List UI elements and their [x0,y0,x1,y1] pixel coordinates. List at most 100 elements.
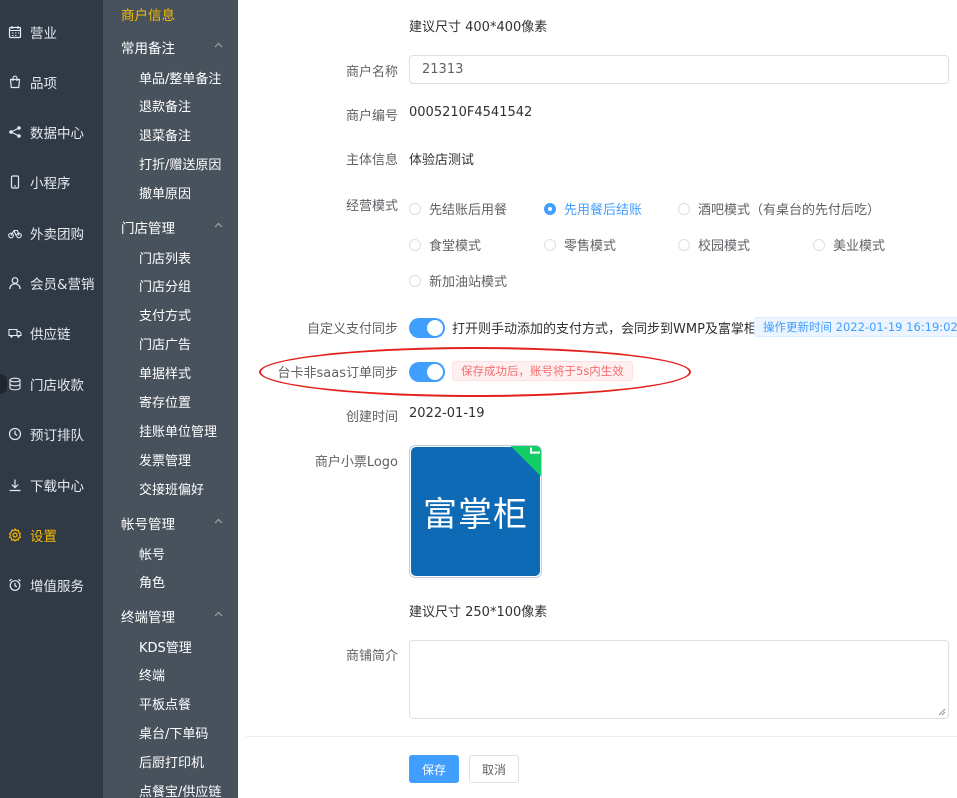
nav-item-label: 会员&营销 [30,277,95,293]
phone-icon [8,175,22,189]
nav-item-0[interactable]: 营业 [0,17,103,47]
save-button[interactable]: 保存 [409,755,459,783]
nav-subitem[interactable]: 寄存位置 [139,391,239,413]
nav-group-label: 门店管理 [121,221,175,237]
nav-subitem[interactable]: 退款备注 [139,95,239,117]
merchant-id-label: 商户编号 [345,109,398,124]
business-mode-radio[interactable]: 食堂模式 [409,235,481,254]
nav-item-8[interactable]: 预订排队 [0,419,103,449]
logo-label: 商户小票Logo [314,455,398,470]
business-mode-label: 经营模式 [345,199,398,214]
nav-subitem[interactable]: 单据样式 [139,362,239,384]
created-time-value: 2022-01-19 [409,406,485,421]
save-effect-tag: 保存成功后，账号将于5s内生效 [452,361,633,381]
sidebar-title-merchant-info[interactable]: 商户信息 [121,4,175,24]
radio-label: 酒吧模式（有桌台的先付后吃） [698,203,881,218]
business-mode-radio[interactable]: 美业模式 [813,235,885,254]
cancel-button[interactable]: 取消 [469,755,519,783]
secondary-sidebar: 商户信息 常用备注单品/整单备注 退款备注退菜备注打折/赠送原因 撤单原因门店管理门… [103,0,238,798]
radio-circle-icon [409,274,421,287]
nav-subitem[interactable]: 平板点餐 [139,693,239,715]
nav-item-1[interactable]: 品项 [0,67,103,97]
merchant-name-label: 商户名称 [345,65,398,80]
nav-item-label: 品项 [30,76,57,92]
nav-subitem[interactable]: 门店广告 [139,333,239,355]
nav-item-7[interactable]: 门店收款 [0,369,103,399]
radio-circle-icon [678,238,690,251]
footer-divider [246,736,957,737]
share-icon [8,125,22,139]
nav-subitem[interactable]: 后厨打印机 [139,751,239,773]
nav-subitem[interactable]: 角色 [139,571,239,593]
primary-sidebar: 营业品项数据中心小程序外卖团购会员&营销供应链门店收款预订排队下载中心设置增值服… [0,0,103,798]
resize-grip-icon[interactable] [938,708,946,716]
created-time-label: 创建时间 [345,410,398,425]
database-icon [8,377,22,391]
nav-subitem[interactable]: 交接班偏好 [139,477,239,499]
chevron-up-icon [214,611,223,617]
chevron-up-icon [214,518,223,524]
merchant-info-form: 建议尺寸 400*400像素 商户名称 21313 商户编号 0005210F4… [238,0,957,798]
nav-group-3[interactable]: 终端管理 [121,604,231,628]
nav-subitem[interactable]: 单品/整单备注 [139,66,239,88]
nav-item-label: 增值服务 [30,579,84,595]
radio-label: 美业模式 [833,239,886,254]
business-mode-radio[interactable]: 新加油站模式 [409,271,507,290]
nav-item-11[interactable]: 增值服务 [0,570,103,600]
nav-subitem[interactable]: 撤单原因 [139,182,239,204]
nav-group-1[interactable]: 门店管理 [121,215,231,239]
nav-subitem[interactable]: KDS管理 [139,635,239,657]
chevron-up-icon [214,42,223,48]
radio-circle-icon [813,238,825,251]
nav-subitem[interactable]: 支付方式 [139,304,239,326]
nav-subitem[interactable]: 帐号 [139,542,239,564]
nav-subitem[interactable]: 挂账单位管理 [139,419,239,441]
nav-item-10[interactable]: 设置 [0,520,103,550]
nav-subitem[interactable]: 点餐宝/供应链 [139,780,239,798]
nav-group-0[interactable]: 常用备注 [121,35,231,59]
radio-label: 先结账后用餐 [429,203,508,218]
custom-pay-sync-switch[interactable] [409,318,445,338]
merchant-id-value: 0005210F4541542 [409,105,533,120]
nav-subitem[interactable]: 门店列表 [139,246,239,268]
radio-label: 食堂模式 [429,239,482,254]
radio-label: 新加油站模式 [429,275,508,290]
business-mode-radio[interactable]: 校园模式 [678,235,750,254]
bag-icon [8,75,22,89]
radio-circle-icon [409,202,421,215]
custom-pay-sync-desc: 打开则手动添加的支付方式，会同步到WMP及富掌柜 [452,322,757,337]
business-mode-radio[interactable]: 先结账后用餐 [409,199,507,218]
custom-pay-sync-label: 自定义支付同步 [306,322,398,337]
nav-group-2[interactable]: 帐号管理 [121,511,231,535]
nav-subitem[interactable]: 桌台/下单码 [139,722,239,744]
business-mode-radio[interactable]: 零售模式 [544,235,616,254]
non-saas-sync-label: 台卡非saas订单同步 [277,366,398,381]
nav-item-5[interactable]: 会员&营销 [0,268,103,298]
nav-item-3[interactable]: 小程序 [0,167,103,197]
nav-subitem[interactable]: 发票管理 [139,448,239,470]
entity-label: 主体信息 [345,153,398,168]
nav-item-2[interactable]: 数据中心 [0,117,103,147]
shop-intro-textarea[interactable] [409,640,949,719]
shop-intro-label: 商铺简介 [345,649,398,664]
business-mode-radio[interactable]: 酒吧模式（有桌台的先付后吃） [678,199,880,218]
nav-subitem[interactable]: 终端 [139,664,239,686]
non-saas-sync-switch[interactable] [409,362,445,382]
truck-icon [8,326,22,340]
business-mode-radio[interactable]: 先用餐后结账 [544,199,642,218]
chevron-up-icon [214,222,223,228]
alarm-icon [8,578,22,592]
logo-size-hint: 建议尺寸 250*100像素 [409,605,548,620]
nav-group-label: 终端管理 [121,610,175,626]
nav-group-label: 帐号管理 [121,517,175,533]
nav-item-6[interactable]: 供应链 [0,318,103,348]
nav-item-label: 小程序 [30,176,71,192]
nav-item-4[interactable]: 外卖团购 [0,218,103,248]
nav-subitem[interactable]: 门店分组 [139,275,239,297]
merchant-name-input[interactable]: 21313 [409,55,949,84]
nav-subitem[interactable]: 退菜备注 [139,124,239,146]
logo-uploader[interactable]: 富掌柜 [409,445,542,578]
clock-icon [8,427,22,441]
nav-item-9[interactable]: 下载中心 [0,470,103,500]
nav-subitem[interactable]: 打折/赠送原因 [139,153,239,175]
